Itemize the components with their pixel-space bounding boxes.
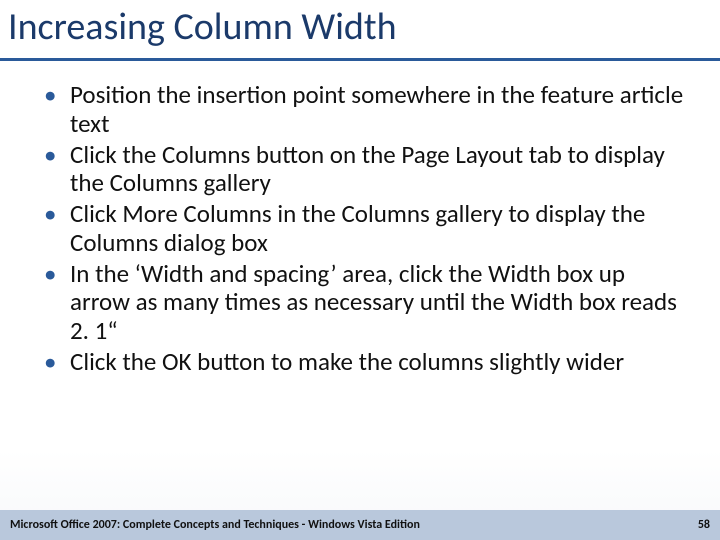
slide-footer: Microsoft Office 2007: Complete Concepts…: [0, 510, 720, 540]
background-gradient: [0, 450, 720, 510]
list-item: Click the Columns button on the Page Lay…: [64, 141, 684, 199]
list-item: In the ‘Width and spacing’ area, click t…: [64, 260, 684, 346]
title-underline: [0, 58, 720, 61]
slide: Increasing Column Width Position the ins…: [0, 0, 720, 540]
list-item: Position the insertion point somewhere i…: [64, 81, 684, 139]
footer-page-number: 58: [698, 518, 710, 532]
slide-body: Position the insertion point somewhere i…: [0, 73, 720, 377]
footer-source-text: Microsoft Office 2007: Complete Concepts…: [10, 518, 420, 532]
list-item: Click More Columns in the Columns galler…: [64, 200, 684, 258]
bullet-list: Position the insertion point somewhere i…: [36, 81, 684, 377]
slide-title: Increasing Column Width: [0, 0, 720, 58]
list-item: Click the OK button to make the columns …: [64, 348, 684, 377]
